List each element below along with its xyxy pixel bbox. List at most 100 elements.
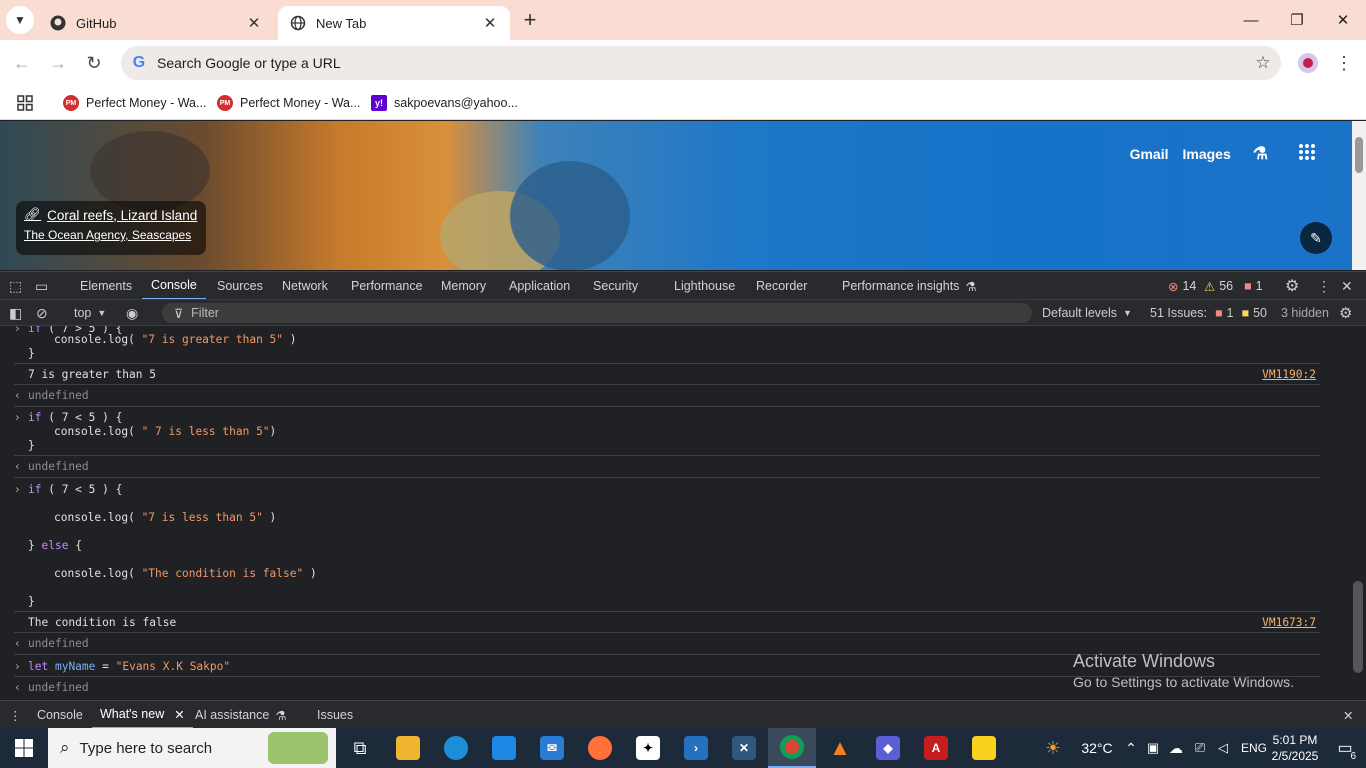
omnibox-input[interactable]: [157, 55, 1245, 71]
chevron-up-icon[interactable]: ⌃: [1121, 728, 1141, 768]
drawer-tab-issues[interactable]: Issues: [317, 701, 353, 729]
notification-count: 6: [1350, 751, 1356, 762]
star-icon[interactable]: ☆: [1245, 53, 1281, 73]
apps-icon[interactable]: [17, 91, 33, 115]
meet-icon[interactable]: ▣: [1143, 728, 1163, 768]
sidebar-toggle-icon[interactable]: ◧: [9, 300, 22, 326]
back-button[interactable]: ←: [9, 50, 35, 76]
windows-start-icon[interactable]: [0, 728, 48, 768]
clear-console-icon[interactable]: ⊘: [36, 300, 48, 326]
close-icon[interactable]: ✕: [246, 14, 262, 32]
close-window-button[interactable]: ✕: [1320, 0, 1366, 40]
background-attribution[interactable]: 🔗︎ Coral reefs, Lizard Island The Ocean A…: [16, 201, 206, 255]
mysql-workbench-icon[interactable]: ✕: [720, 728, 768, 768]
weather-icon[interactable]: ☀: [1033, 728, 1073, 768]
tab-performance[interactable]: Performance: [351, 272, 423, 300]
edge-icon[interactable]: [432, 728, 480, 768]
tab-new-tab[interactable]: New Tab ✕: [278, 6, 510, 40]
console-scrollbar[interactable]: [1350, 326, 1366, 700]
attribution-title[interactable]: Coral reefs, Lizard Island: [47, 208, 197, 223]
bookmark-item[interactable]: PM Perfect Money - Wa...: [217, 91, 360, 115]
device-toolbar-icon[interactable]: ▭: [35, 272, 48, 300]
firefox-icon[interactable]: [576, 728, 624, 768]
inspect-icon[interactable]: ⬚: [9, 272, 22, 300]
source-link[interactable]: VM1673:7: [1262, 616, 1316, 629]
network-icon[interactable]: ⎚: [1189, 728, 1211, 768]
gmail-link[interactable]: Gmail: [1130, 146, 1169, 162]
tab-github[interactable]: GitHub ✕: [38, 6, 274, 40]
filter-box[interactable]: ⊽: [162, 303, 1032, 323]
volume-icon[interactable]: ◁: [1212, 728, 1234, 768]
drawer-menu-icon[interactable]: ⋮: [9, 701, 22, 729]
bookmarks-bar: PM Perfect Money - Wa... PM Perfect Mone…: [0, 86, 1366, 120]
error-count[interactable]: ⊗ 14: [1168, 272, 1196, 300]
vlc-icon[interactable]: ▲: [816, 728, 864, 768]
tab-recorder[interactable]: Recorder: [756, 272, 807, 300]
tab-sources[interactable]: Sources: [217, 272, 263, 300]
console-settings-icon[interactable]: ⚙: [1339, 300, 1352, 326]
close-icon[interactable]: ✕: [482, 14, 498, 32]
powershell-icon[interactable]: ›: [672, 728, 720, 768]
drawer-tab-whats-new[interactable]: What's new ✕: [92, 701, 193, 729]
images-link[interactable]: Images: [1183, 146, 1231, 162]
clock[interactable]: 5:01 PM 2/5/2025: [1264, 728, 1326, 768]
tab-application[interactable]: Application: [509, 272, 570, 300]
close-drawer-icon[interactable]: ✕: [1343, 701, 1353, 729]
console-output[interactable]: › if ( 7 > 5 ) { console.log( "7 is great…: [0, 326, 1350, 700]
context-selector[interactable]: top ▼: [74, 300, 106, 326]
chrome-icon[interactable]: [768, 728, 816, 768]
tab-network[interactable]: Network: [282, 272, 328, 300]
task-view-icon[interactable]: ⧉: [336, 728, 384, 768]
gear-icon[interactable]: ⚙: [1285, 272, 1299, 300]
issues-summary[interactable]: 51 Issues: ■ 1 ■ 50: [1150, 300, 1267, 326]
close-icon[interactable]: ✕: [1341, 272, 1353, 300]
customize-edit-button[interactable]: ✎: [1300, 222, 1332, 254]
warning-count[interactable]: ⚠ 56: [1204, 272, 1233, 300]
inkscape-icon[interactable]: ✦: [624, 728, 672, 768]
bookmark-item[interactable]: PM Perfect Money - Wa...: [63, 91, 206, 115]
restore-button[interactable]: ❐: [1274, 0, 1320, 40]
notification-icon[interactable]: ▭ 6: [1330, 728, 1360, 768]
store-icon[interactable]: [480, 728, 528, 768]
drawer-tab-ai-assistance[interactable]: AI assistance ⚗: [195, 701, 287, 729]
code-text: console.log(: [54, 511, 142, 524]
new-tab-button[interactable]: +: [518, 7, 542, 32]
tab-search-button[interactable]: ▼: [6, 6, 34, 34]
scrollbar-thumb[interactable]: [1355, 137, 1363, 173]
reload-button[interactable]: ↻: [81, 50, 107, 76]
filter-input[interactable]: [191, 306, 792, 320]
minimize-button[interactable]: —: [1228, 0, 1274, 40]
taskbar-search[interactable]: ⌕ Type here to search: [48, 728, 336, 768]
drawer-tab-console[interactable]: Console: [37, 701, 83, 729]
eye-icon[interactable]: ◉: [126, 300, 138, 326]
omnibox[interactable]: G ☆: [121, 46, 1281, 80]
tab-console[interactable]: Console: [142, 272, 206, 300]
acrobat-icon[interactable]: A: [912, 728, 960, 768]
close-icon[interactable]: ✕: [174, 707, 184, 722]
tab-lighthouse[interactable]: Lighthouse: [674, 272, 735, 300]
scrollbar-thumb[interactable]: [1353, 581, 1363, 673]
source-link[interactable]: VM1190:2: [1262, 368, 1316, 381]
forward-button[interactable]: →: [45, 50, 71, 76]
tab-performance-insights[interactable]: Performance insights ⚗: [842, 272, 977, 300]
tab-elements[interactable]: Elements: [80, 272, 132, 300]
attribution-subtitle[interactable]: The Ocean Agency, Seascapes: [24, 228, 198, 242]
profile-avatar[interactable]: [1295, 50, 1321, 76]
issue-count[interactable]: ■ 1: [1244, 272, 1263, 300]
vscode-icon[interactable]: ◆: [864, 728, 912, 768]
page-scrollbar[interactable]: [1352, 121, 1366, 270]
mail-icon[interactable]: ✉: [528, 728, 576, 768]
sticky-notes-icon[interactable]: [960, 728, 1008, 768]
more-icon[interactable]: ⋮: [1317, 272, 1331, 300]
tab-memory[interactable]: Memory: [441, 272, 486, 300]
tab-security[interactable]: Security: [593, 272, 638, 300]
onedrive-icon[interactable]: ☁: [1165, 728, 1187, 768]
menu-icon[interactable]: ⋮: [1331, 50, 1357, 76]
bookmark-item[interactable]: y! sakpoevans@yahoo...: [371, 91, 518, 115]
google-apps-icon[interactable]: [1298, 143, 1316, 164]
file-explorer-icon[interactable]: [384, 728, 432, 768]
temperature[interactable]: 32°C: [1073, 728, 1121, 768]
issues-warning-count: 50: [1253, 306, 1267, 320]
log-levels-dropdown[interactable]: Default levels ▼: [1042, 300, 1132, 326]
labs-icon[interactable]: ⚗: [1253, 144, 1268, 164]
